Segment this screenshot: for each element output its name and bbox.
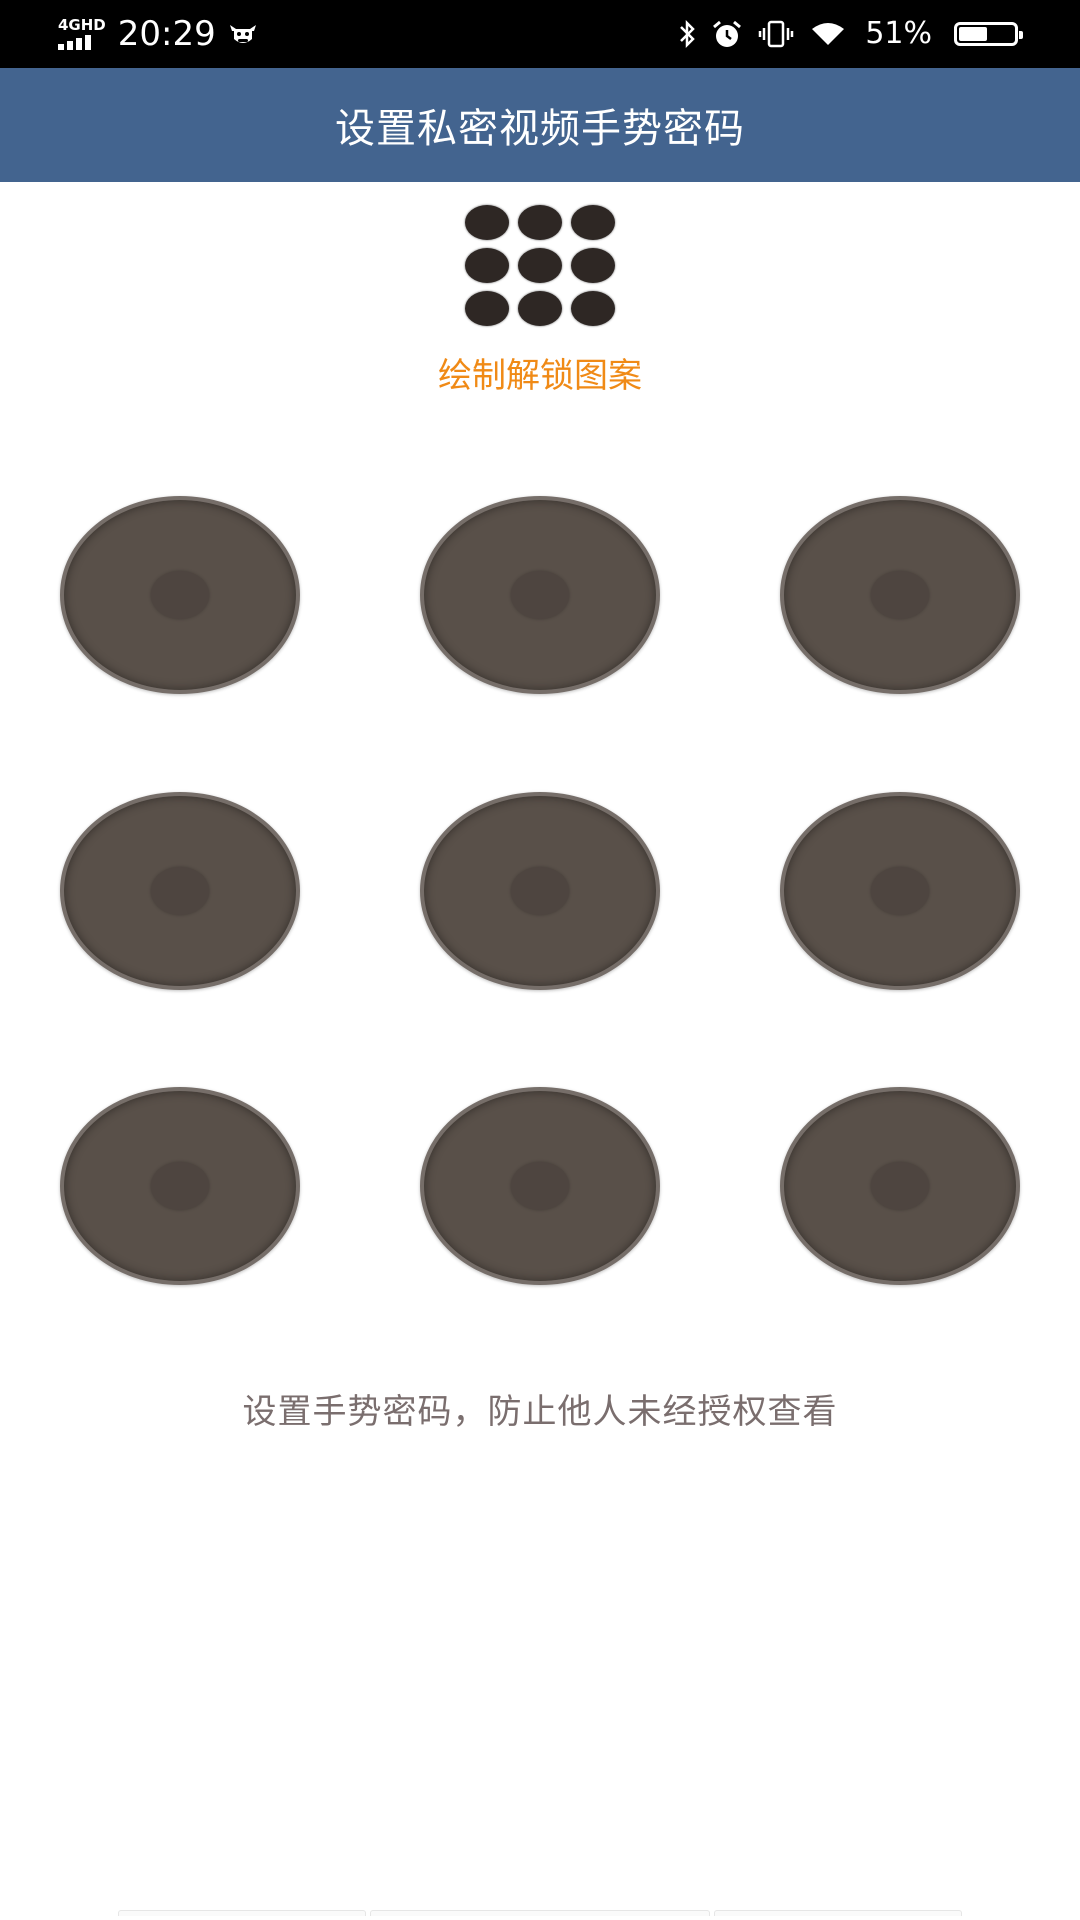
pattern-node-2[interactable] (420, 496, 660, 694)
pattern-node-1[interactable] (60, 496, 300, 694)
pattern-node-5[interactable] (420, 792, 660, 990)
pattern-node-center (511, 571, 569, 619)
nav-hint-left (118, 1910, 366, 1916)
security-hint: 设置手势密码，防止他人未经授权查看 (242, 1392, 838, 1432)
pattern-node-8[interactable] (420, 1087, 660, 1285)
pattern-node-center (151, 1162, 209, 1210)
nav-hint-right (714, 1910, 962, 1916)
pattern-node-center (151, 867, 209, 915)
pattern-node-7[interactable] (60, 1087, 300, 1285)
pattern-node-6[interactable] (780, 792, 1020, 990)
pattern-lock-grid[interactable] (0, 0, 1080, 1920)
screen: 4GHD 20:29 51% 设置私密视频手势密码 绘制解锁图案 设置手势密码，… (0, 0, 1080, 1920)
pattern-node-9[interactable] (780, 1087, 1020, 1285)
pattern-node-center (871, 571, 929, 619)
pattern-node-center (871, 867, 929, 915)
pattern-node-4[interactable] (60, 792, 300, 990)
pattern-node-center (511, 1162, 569, 1210)
pattern-node-center (871, 1162, 929, 1210)
pattern-node-center (511, 867, 569, 915)
pattern-node-center (151, 571, 209, 619)
pattern-node-3[interactable] (780, 496, 1020, 694)
nav-hint-center (370, 1910, 710, 1916)
